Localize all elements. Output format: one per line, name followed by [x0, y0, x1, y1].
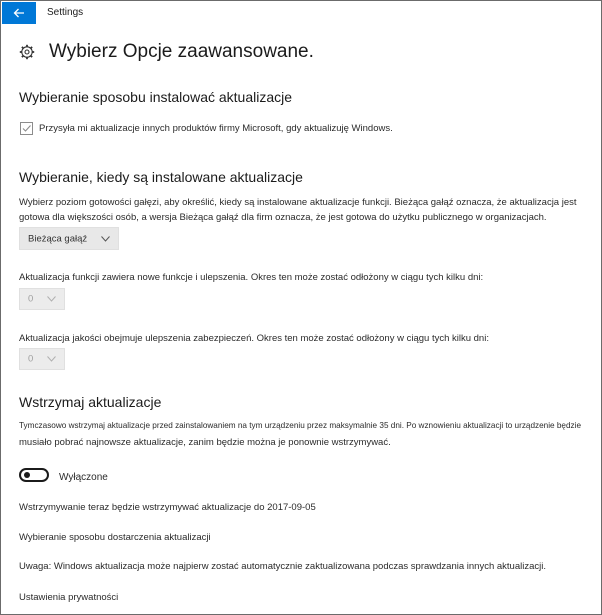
auto-update-note: Uwaga: Windows aktualizacja może najpier…	[19, 561, 546, 572]
install-heading: Wybieranie sposobu instalować aktualizac…	[19, 89, 293, 105]
gear-icon	[19, 44, 35, 60]
pause-until-text: Wstrzymywanie teraz będzie wstrzymywać a…	[19, 502, 316, 513]
checkmark-icon	[22, 125, 31, 132]
pause-toggle-state: Wyłączone	[59, 472, 108, 483]
branch-heading: Wybieranie, kiedy są instalowane aktuali…	[19, 169, 303, 185]
branch-description-line1: Wybierz poziom gotowości gałęzi, aby okr…	[19, 197, 577, 208]
chevron-down-icon	[47, 356, 56, 362]
pause-heading: Wstrzymaj aktualizacje	[19, 394, 162, 410]
pause-description-line1: Tymczasowo wstrzymaj aktualizacje przed …	[19, 421, 582, 430]
other-products-checkbox[interactable]	[20, 122, 33, 135]
settings-window: Settings Wybierz Opcje zaawansowane. Wyb…	[0, 0, 602, 615]
pause-description-line2: musiało pobrać najnowsze aktualizacje, z…	[19, 437, 391, 448]
title-bar: Settings	[1, 1, 601, 25]
quality-deferral-value: 0	[28, 353, 34, 365]
toggle-knob	[24, 472, 30, 478]
window-title: Settings	[47, 7, 84, 18]
feature-deferral-dropdown[interactable]: 0	[19, 288, 65, 310]
delivery-optimization-link[interactable]: Wybieranie sposobu dostarczenia aktualiz…	[19, 532, 211, 543]
feature-deferral-label: Aktualizacja funkcji zawiera nowe funkcj…	[19, 272, 484, 283]
quality-deferral-label: Aktualizacja jakości obejmuje ulepszenia…	[19, 333, 489, 344]
pause-updates-toggle[interactable]	[19, 468, 49, 482]
privacy-settings-link[interactable]: Ustawienia prywatności	[19, 592, 118, 603]
page-title: Wybierz Opcje zaawansowane.	[49, 41, 314, 62]
branch-description-line2: gotowa dla większości osób, a wersja Bie…	[19, 212, 547, 223]
back-arrow-icon	[13, 8, 24, 18]
quality-deferral-dropdown[interactable]: 0	[19, 348, 65, 370]
branch-readiness-value: Bieżąca gałąź	[28, 233, 88, 244]
feature-deferral-value: 0	[28, 293, 34, 305]
chevron-down-icon	[101, 235, 110, 242]
branch-readiness-dropdown[interactable]: Bieżąca gałąź	[19, 227, 119, 250]
other-products-label[interactable]: Przysyła mi aktualizacje innych produktó…	[39, 123, 393, 134]
back-button[interactable]	[2, 2, 36, 24]
chevron-down-icon	[47, 296, 56, 302]
